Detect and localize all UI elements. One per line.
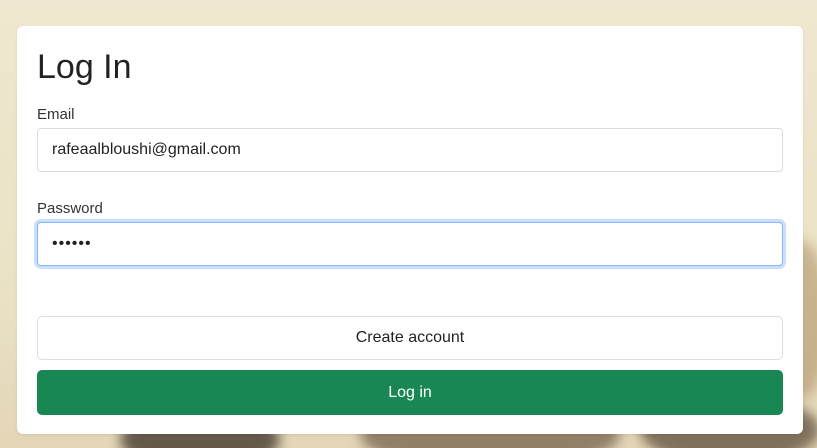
login-card: Log In Email Password Create account Log… (17, 26, 803, 434)
login-button[interactable]: Log in (37, 370, 783, 415)
email-label: Email (37, 106, 75, 123)
password-label: Password (37, 200, 103, 217)
page-title: Log In (37, 48, 132, 86)
create-account-button[interactable]: Create account (37, 316, 783, 360)
password-field[interactable] (37, 222, 783, 266)
email-field[interactable] (37, 128, 783, 172)
